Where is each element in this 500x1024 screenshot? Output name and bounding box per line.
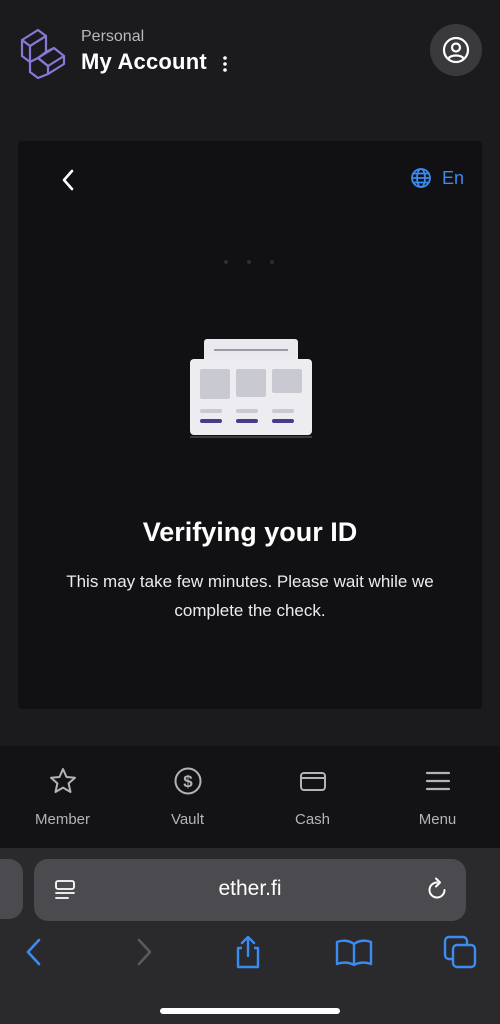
page: Personal My Account En Verifying your ID… [0,0,500,1024]
verifying-title: Verifying your ID [142,517,358,547]
address-bar[interactable]: ether.fi [34,859,466,921]
back-chevron-icon[interactable] [58,167,78,193]
share-button[interactable] [228,932,268,972]
profile-button[interactable] [430,24,482,76]
browser-toolbar: ether.fi [0,848,500,1024]
verifying-description: This may take few minutes. Please wait w… [66,572,434,620]
browser-back-button[interactable] [14,932,54,972]
nav-item-cash[interactable]: Cash [250,746,375,848]
id-document-illustration [190,339,312,438]
url-text: ether.fi [218,877,282,900]
etherfi-logo-icon [20,28,66,80]
nav-label-menu: Menu [418,811,457,828]
svg-text:$: $ [183,772,193,791]
account-title[interactable]: My Account [81,49,207,75]
browser-forward-button[interactable] [124,932,164,972]
hamburger-icon [425,771,450,791]
card-icon [299,772,326,791]
language-selector[interactable]: En [410,167,464,189]
nav-item-menu[interactable]: Menu [375,746,500,848]
bookmarks-button[interactable] [334,932,374,972]
back-arrow-icon [26,938,41,966]
home-indicator[interactable] [160,1008,340,1014]
forward-arrow-icon [137,938,152,966]
account-type-label: Personal [81,28,145,45]
nav-label-member: Member [34,811,90,828]
tabs-button[interactable] [440,932,480,972]
dollar-coin-icon: $ [174,767,201,795]
nav-item-vault[interactable]: $ Vault [125,746,250,848]
verification-card: En Verifying your ID This may take few m… [18,141,482,709]
loading-dots-icon [224,260,274,264]
language-label: En [442,167,465,188]
book-icon [335,939,373,967]
app-header: Personal My Account [0,0,500,100]
nav-label-cash: Cash [294,811,331,828]
user-circle-icon [442,36,470,64]
more-options-icon[interactable] [220,54,230,74]
previous-tab-preview[interactable] [0,859,23,919]
share-icon [236,935,260,969]
globe-icon [411,168,431,188]
tabs-icon [443,935,477,969]
star-icon [49,768,76,793]
nav-item-member[interactable]: Member [0,746,125,848]
nav-label-vault: Vault [170,811,205,828]
bottom-navigation: Member $ Vault Cash Menu [0,746,500,848]
reload-icon[interactable] [424,877,450,903]
